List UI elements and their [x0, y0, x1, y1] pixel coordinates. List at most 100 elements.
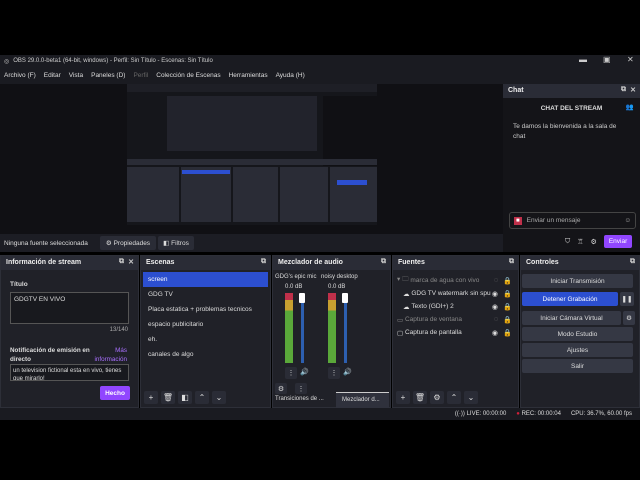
minimize-icon[interactable]: ▬: [579, 55, 587, 64]
source-item[interactable]: ☁ Texto (GDI+) 2 ◉ 🔒: [393, 300, 518, 313]
eye-icon[interactable]: ◉: [492, 329, 498, 337]
eye-hidden-icon[interactable]: ◌: [494, 277, 498, 284]
channel-menu-icon[interactable]: ⋮: [285, 367, 297, 379]
volume-slider-handle[interactable]: [342, 293, 348, 303]
close-icon[interactable]: ✕: [128, 258, 134, 266]
undock-icon[interactable]: ⧉: [621, 86, 626, 94]
up-icon[interactable]: ⌃: [447, 391, 461, 404]
close-icon[interactable]: ✕: [630, 86, 636, 94]
scene-item[interactable]: screen: [143, 272, 268, 287]
lock-icon[interactable]: 🔒: [503, 329, 512, 337]
menu-coleccion[interactable]: Colección de Escenas: [156, 72, 220, 80]
undock-icon[interactable]: ⧉: [381, 258, 386, 266]
menu-perfil[interactable]: Perfil: [133, 72, 148, 80]
send-button[interactable]: Enviar: [603, 235, 633, 248]
controls-title: Controles: [526, 259, 559, 266]
channel-menu-icon[interactable]: ⋮: [328, 367, 340, 379]
more-info-link[interactable]: Más información: [91, 346, 127, 364]
eye-hidden-icon[interactable]: ◌: [494, 316, 498, 323]
source-item[interactable]: ▢ Captura de pantalla ◉ 🔒: [393, 326, 518, 339]
exit-button[interactable]: Salir: [522, 359, 633, 373]
source-toolbar: Ninguna fuente seleccionada ⚙ Propiedade…: [0, 234, 503, 252]
filters-label: Filtros: [171, 239, 189, 247]
add-icon[interactable]: +: [144, 391, 158, 404]
lock-icon[interactable]: 🔒: [503, 277, 512, 285]
tab-transitions[interactable]: Transiciones de ...: [275, 396, 324, 402]
studio-mode-button[interactable]: Modo Estudio: [522, 327, 633, 341]
tab-mixer[interactable]: Mezclador d...: [336, 392, 389, 408]
menu-archivo[interactable]: Archivo (F): [4, 72, 36, 80]
virtual-camera-button[interactable]: Iniciar Cámara Virtual: [522, 311, 621, 325]
menu-vista[interactable]: Vista: [69, 72, 83, 80]
gear-icon[interactable]: ⚙: [623, 311, 635, 325]
eye-icon[interactable]: ◉: [492, 303, 498, 311]
properties-button[interactable]: ⚙ Propiedades: [100, 236, 156, 250]
users-icon[interactable]: 👥: [626, 103, 634, 111]
channel-level: 0.0 dB: [328, 284, 346, 290]
undock-icon[interactable]: ⧉: [509, 258, 514, 266]
menu-editar[interactable]: Editar: [44, 72, 61, 80]
speaker-icon[interactable]: 🔊: [343, 368, 352, 376]
title-label: Título: [10, 281, 28, 288]
chat-message-input[interactable]: ■ Enviar un mensaje ☺: [509, 212, 636, 229]
volume-slider[interactable]: [344, 293, 347, 363]
volume-meter: [328, 293, 336, 363]
notification-input[interactable]: un television fictional esta en vivo, ti…: [10, 364, 129, 381]
volume-slider[interactable]: [301, 293, 304, 363]
filters-icon[interactable]: ◧: [178, 391, 192, 404]
volume-slider-handle[interactable]: [299, 293, 305, 303]
lock-icon[interactable]: 🔒: [503, 290, 512, 298]
emote-icon[interactable]: ☺: [624, 217, 631, 224]
source-item[interactable]: ▭ Captura de ventana ◌ 🔒: [393, 313, 518, 326]
down-icon[interactable]: ⌄: [212, 391, 226, 404]
speaker-icon[interactable]: 🔊: [300, 368, 309, 376]
lock-icon[interactable]: 🔒: [503, 316, 512, 324]
undock-icon[interactable]: ⧉: [261, 258, 266, 266]
undock-icon[interactable]: ⧉: [630, 258, 635, 266]
filters-button[interactable]: ◧ Filtros: [158, 236, 194, 250]
mixer-title: Mezclador de audio: [278, 259, 343, 266]
done-button[interactable]: Hecho: [100, 386, 130, 400]
up-icon[interactable]: ⌃: [195, 391, 209, 404]
close-icon[interactable]: ✕: [627, 55, 634, 64]
mixer-menu-icon[interactable]: ⋮: [295, 383, 307, 394]
source-item[interactable]: ☁ GDG TV watermark sin spu ◉ 🔒: [393, 287, 518, 300]
stop-recording-button[interactable]: Detener Grabación: [522, 292, 618, 306]
trash-icon[interactable]: 🗑: [413, 391, 427, 404]
menu-paneles[interactable]: Paneles (D): [91, 72, 125, 80]
settings-button[interactable]: Ajustes: [522, 343, 633, 357]
advanced-audio-icon[interactable]: ⚙: [275, 383, 287, 394]
trash-icon[interactable]: 🗑: [161, 391, 175, 404]
scenes-dock: Escenas ⧉ screen GDG TV Placa estatica + …: [140, 255, 271, 408]
channel-level: 0.0 dB: [285, 284, 303, 290]
gear-icon[interactable]: ⚙: [591, 238, 597, 246]
chat-dock-title: Chat: [508, 87, 524, 94]
source-item[interactable]: ▾ 🗀 marca de agua con vivo ◌ 🔒: [393, 274, 518, 287]
scene-item[interactable]: canales de algo: [143, 347, 268, 362]
live-time: LIVE: 00:00:00: [466, 411, 507, 417]
shield-icon[interactable]: ⛉: [565, 238, 570, 246]
add-icon[interactable]: +: [396, 391, 410, 404]
menu-ayuda[interactable]: Ayuda (H): [276, 72, 305, 80]
preview-canvas[interactable]: [127, 84, 377, 225]
start-stream-button[interactable]: Iniciar Transmisión: [522, 274, 633, 288]
source-status: Ninguna fuente seleccionada: [4, 240, 88, 247]
rec-time: REC: 00:00:04: [521, 411, 561, 417]
gear-icon[interactable]: ⚙: [430, 391, 444, 404]
leaderboard-icon[interactable]: ♖: [577, 238, 583, 246]
scene-item[interactable]: espacio publicitario: [143, 317, 268, 332]
eye-icon[interactable]: ◉: [492, 290, 498, 298]
source-label: GDG TV watermark sin spu: [411, 290, 491, 297]
pause-icon[interactable]: ❚❚: [620, 292, 634, 306]
scene-item[interactable]: Placa estatica + problemas tecnicos: [143, 302, 268, 317]
title-input[interactable]: GDGTV EN VIVO: [10, 292, 129, 324]
scene-item[interactable]: eh.: [143, 332, 268, 347]
live-indicator: ((·)) LIVE: 00:00:00: [454, 411, 507, 417]
maximize-icon[interactable]: ▣: [603, 55, 611, 64]
down-icon[interactable]: ⌄: [464, 391, 478, 404]
lock-icon[interactable]: 🔒: [503, 303, 512, 311]
undock-icon[interactable]: ⧉: [119, 258, 124, 266]
menu-herramientas[interactable]: Herramientas: [229, 72, 268, 80]
scene-item[interactable]: GDG TV: [143, 287, 268, 302]
source-label: marca de agua con vivo: [410, 277, 480, 284]
